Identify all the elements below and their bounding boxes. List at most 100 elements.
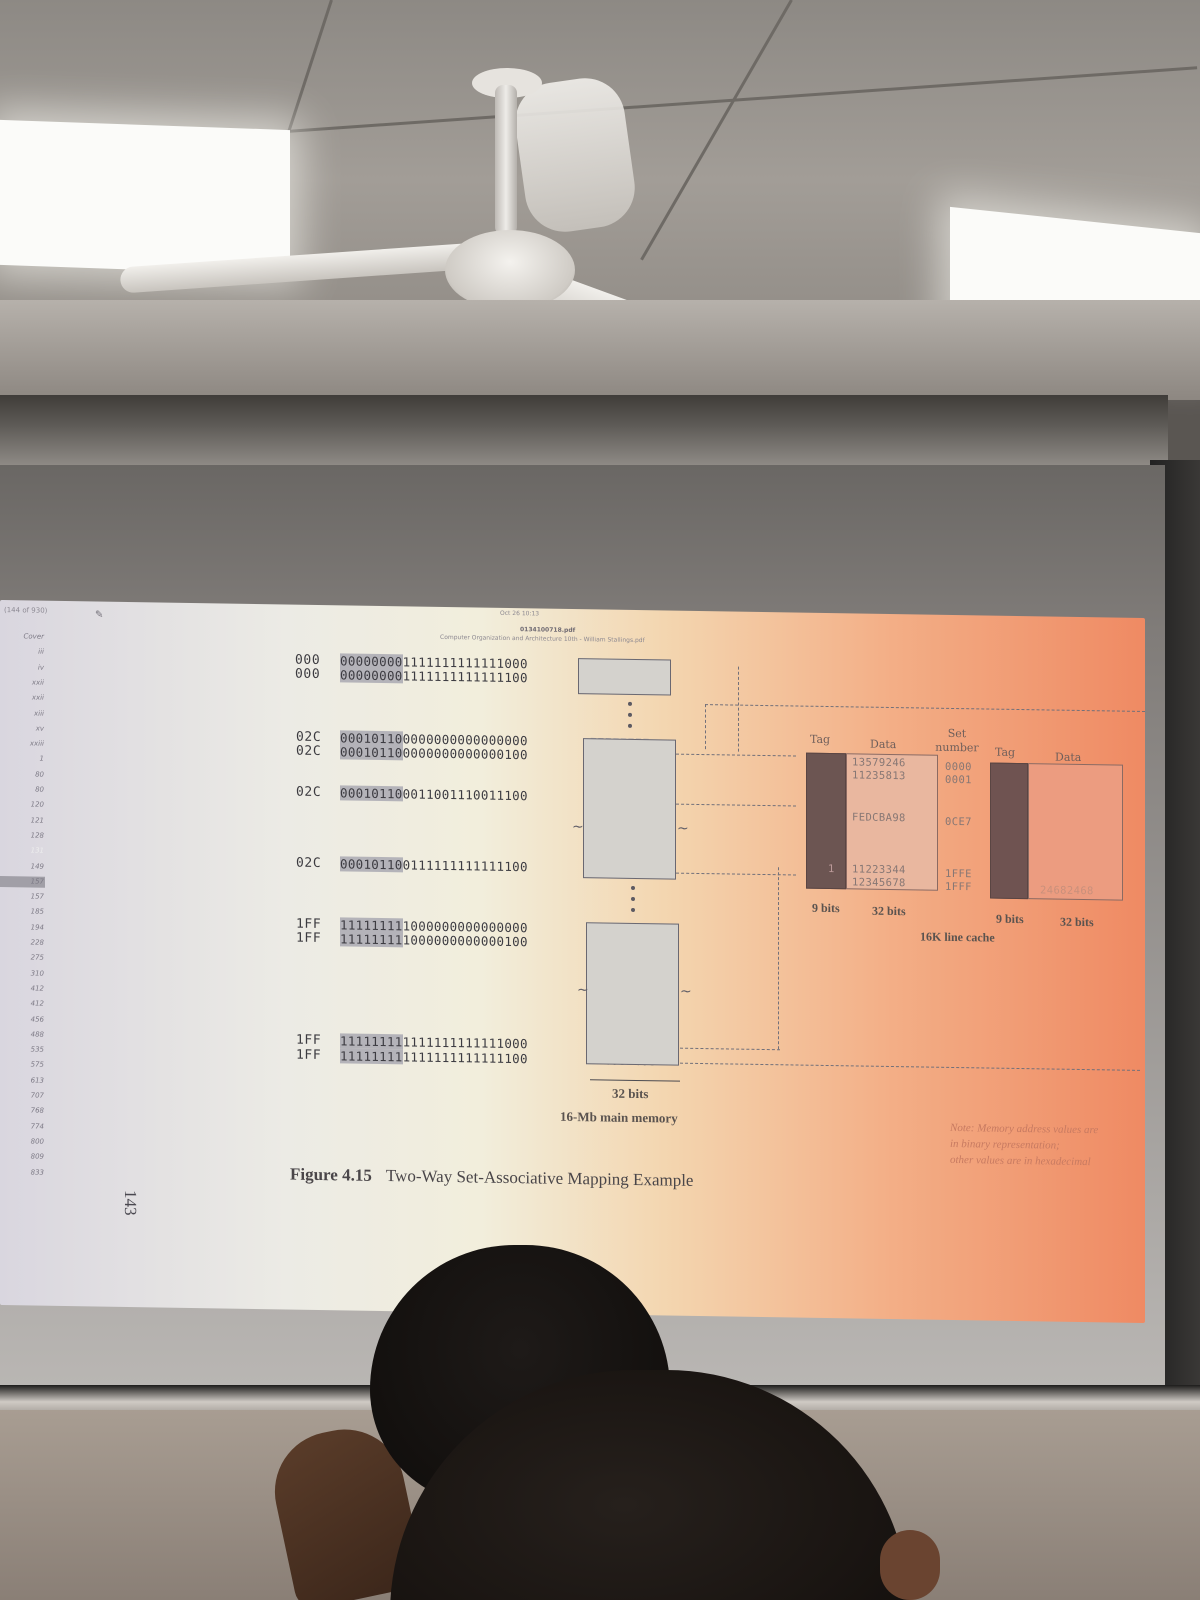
sidebar-page-link[interactable]: 80	[14, 785, 44, 794]
cache-data2-value: 24682468	[1040, 884, 1094, 898]
ellipsis-dots	[631, 885, 635, 919]
binary-address: 111111111111111111111100	[340, 1048, 528, 1066]
sidebar-page-link[interactable]: iv	[14, 663, 44, 671]
fan-motor-hub	[445, 230, 575, 310]
bits-data2-label: 32 bits	[1060, 914, 1094, 930]
sidebar-page-link[interactable]: 120	[14, 801, 44, 809]
tag-address: 1FF	[296, 1047, 322, 1064]
sidebar-page-link[interactable]: 412	[14, 984, 44, 992]
sidebar-page-link[interactable]: 800	[14, 1137, 44, 1145]
cache-data-value: 11223344	[852, 863, 906, 877]
sidebar-page-link[interactable]: 157	[14, 877, 44, 885]
cache-data-value: 11235813	[852, 769, 906, 783]
sidebar-page-link[interactable]: 809	[14, 1152, 44, 1161]
sidebar-page-link[interactable]: 228	[14, 938, 44, 946]
sidebar-page-link[interactable]: 768	[14, 1107, 44, 1115]
break-mark: ~	[572, 818, 584, 836]
student-ear	[880, 1530, 940, 1600]
projected-slide: (144 of 930) ✎ Oct 26 10:13 0134100718.p…	[0, 600, 1145, 1323]
tag-address: 1FF	[296, 930, 322, 947]
tag-address: 02C	[296, 855, 322, 872]
bits-data-label: 32 bits	[872, 903, 906, 919]
cache-set-number: 0000	[945, 760, 972, 774]
tag-address: 1FF	[296, 1032, 322, 1049]
sidebar-page-link[interactable]: Cover	[14, 632, 45, 640]
ceiling-tile-seam	[640, 0, 793, 261]
binary-tag-bits: 00010110	[340, 785, 403, 802]
page-counter: (144 of 930)	[4, 606, 48, 615]
sidebar-page-link[interactable]: 275	[14, 954, 44, 962]
page-number: 143	[121, 1189, 140, 1216]
tag-address: 000	[295, 666, 321, 683]
sidebar-page-link[interactable]: 185	[14, 908, 44, 916]
break-mark: ~	[577, 982, 589, 999]
wall	[0, 300, 1200, 400]
connector-line	[778, 867, 779, 1050]
sidebar-page-link[interactable]: 456	[14, 1015, 44, 1023]
sidebar-page-link[interactable]: 575	[14, 1061, 44, 1069]
viewer-timestamp: Oct 26 10:13	[500, 609, 540, 618]
sidebar-page-link[interactable]: 121	[14, 816, 44, 824]
binary-tag-bits: 00010110	[340, 744, 403, 761]
sidebar-page-link[interactable]: xxii	[14, 678, 44, 686]
sidebar-page-link[interactable]: 412	[14, 999, 44, 1008]
cache-set-number: 1FFE	[945, 867, 972, 881]
sidebar-page-link[interactable]: 131	[14, 846, 44, 855]
cache-data2-column	[1028, 763, 1123, 901]
binary-tag-bits: 11111111	[340, 1033, 403, 1050]
fan-downrod	[495, 85, 517, 235]
sidebar-page-link[interactable]: xxiii	[14, 739, 44, 748]
binary-address: 111111111000000000000100	[340, 931, 528, 949]
tag-address: 02C	[296, 743, 322, 760]
thumbnail-sidebar: Cover iii iv xxii xxii xiii xv xxiii 1 80 80 120 121…	[0, 628, 48, 1199]
cache-data2-header: Data	[1055, 750, 1082, 764]
binary-offset-bits: 0011001110011100	[402, 786, 528, 804]
connector-line	[705, 704, 706, 750]
binary-tag-bits: 00010110	[340, 856, 403, 873]
projector-screen-housing	[0, 395, 1168, 465]
sidebar-page-link[interactable]: 774	[14, 1122, 44, 1130]
binary-tag-bits: 11111111	[340, 1048, 403, 1065]
binary-address: 000101100000000000000100	[340, 744, 528, 762]
bits-tag2-label: 9 bits	[996, 911, 1024, 927]
binary-offset-bits: 0000000000000100	[402, 745, 528, 763]
sidebar-page-link[interactable]: 310	[14, 969, 44, 977]
cache-tag-header: Tag	[810, 732, 831, 747]
sidebar-page-link[interactable]: 149	[14, 862, 44, 870]
sidebar-page-link[interactable]: 707	[14, 1091, 44, 1099]
binary-tag-bits: 11111111	[340, 931, 403, 948]
figure-number: Figure 4.15	[290, 1164, 372, 1185]
memory-label: 16-Mb main memory	[560, 1108, 678, 1126]
cache-tag-value: 1	[828, 863, 835, 876]
sidebar-page-link[interactable]: 613	[14, 1076, 44, 1084]
diagram-note-line: other values are in hexadecimal	[950, 1153, 1091, 1169]
book-title: Computer Organization and Architecture 1…	[440, 633, 645, 645]
sidebar-page-link[interactable]: xxii	[14, 693, 44, 702]
sidebar-page-link[interactable]: 80	[14, 770, 44, 778]
pencil-icon[interactable]: ✎	[95, 609, 103, 620]
connector-line	[680, 1062, 1140, 1071]
bits-tag-label: 9 bits	[812, 900, 840, 916]
break-mark: ~	[677, 820, 689, 837]
binary-address: 000101100011001110011100	[340, 785, 528, 803]
sidebar-page-link[interactable]: 194	[14, 923, 44, 931]
memory-block-top	[578, 658, 671, 696]
sidebar-page-link[interactable]: iii	[14, 648, 44, 656]
sidebar-page-link[interactable]: 535	[14, 1045, 44, 1054]
sidebar-page-link[interactable]: 488	[14, 1030, 44, 1038]
cache-tag2-column	[990, 762, 1028, 900]
sidebar-page-link[interactable]: xiii	[14, 709, 44, 717]
ceiling-light-left	[0, 119, 290, 276]
sidebar-page-link[interactable]: xv	[14, 724, 44, 732]
cache-data-value: FEDCBA98	[852, 811, 906, 825]
sidebar-page-link[interactable]: 833	[14, 1168, 44, 1176]
binary-tag-bits: 00000000	[340, 667, 403, 684]
cache-label: 16K line cache	[920, 929, 995, 945]
sidebar-page-link[interactable]: 157	[14, 892, 44, 901]
binary-offset-bits: 0111111111111100	[402, 857, 528, 875]
sidebar-page-link[interactable]: 128	[14, 831, 44, 839]
cache-set-number: 0001	[945, 773, 972, 787]
connector-line	[738, 666, 739, 752]
cache-data-header: Data	[870, 737, 897, 752]
sidebar-page-link[interactable]: 1	[14, 755, 44, 763]
